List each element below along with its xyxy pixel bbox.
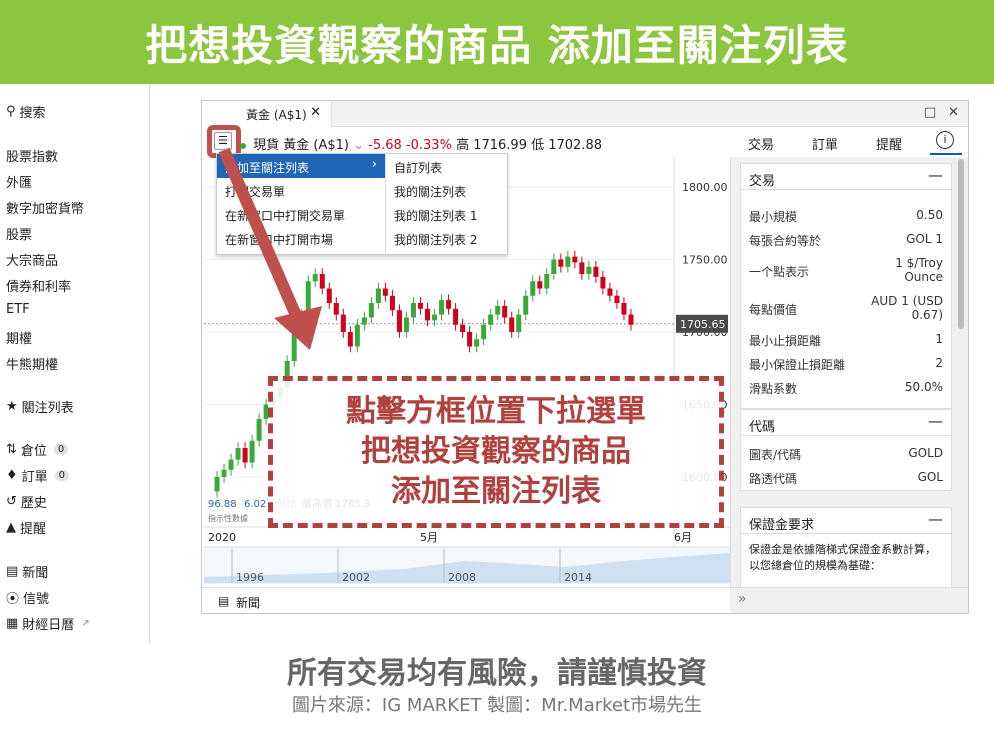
image-source: 圖片來源：IG MARKET 製圖：Mr.Market市場先生 <box>291 695 703 716</box>
instruction-callout: 點擊方框位置下拉選單 把想投資觀察的商品 添加至關注列表 <box>268 376 724 528</box>
arrow-shaft <box>218 147 304 323</box>
arrow-head <box>274 306 322 350</box>
risk-warning: 所有交易均有風險，請謹慎投資 <box>287 656 707 691</box>
callout-line: 添加至關注列表 <box>391 474 601 509</box>
callout-line: 點擊方框位置下拉選單 <box>346 394 646 429</box>
callout-line: 把想投資觀察的商品 <box>361 434 631 469</box>
pointer-arrow <box>218 147 322 350</box>
